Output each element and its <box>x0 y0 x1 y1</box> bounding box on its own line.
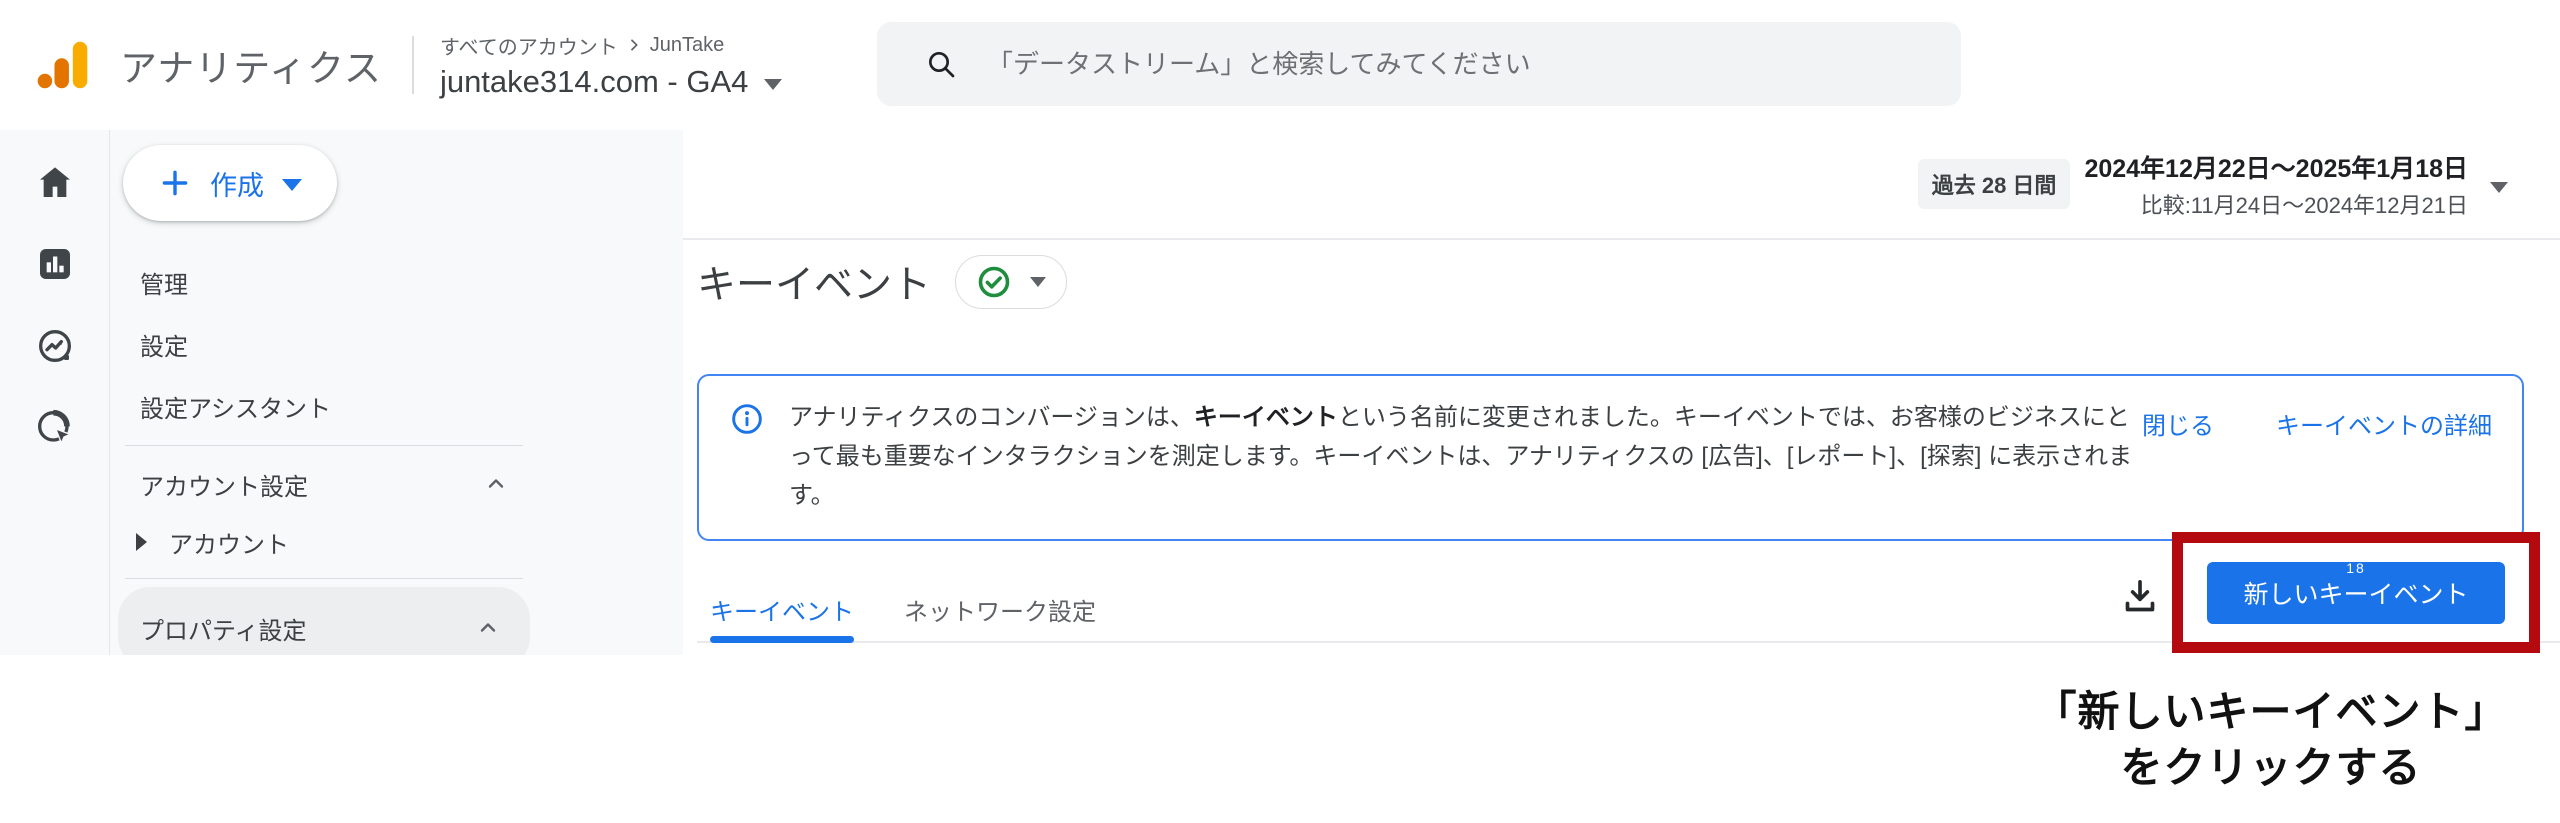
tab-label: キーイベント <box>710 598 854 626</box>
banner-text-part: アナリティクスのコンバージョンは、 <box>789 404 1194 431</box>
date-range-chip: 過去 28 日間 <box>1917 159 2071 209</box>
button-text: 新しいキ <box>2243 580 2344 609</box>
sidebar-item-setup-assistant[interactable]: 設定アシスタント <box>110 375 538 437</box>
sidebar-item-label: アカウント <box>169 531 289 559</box>
account-switcher[interactable]: すべてのアカウント JunTake juntake314.com - GA4 <box>439 31 783 100</box>
property-name: juntake314.com - GA4 <box>439 63 749 99</box>
sidebar-divider <box>125 445 523 446</box>
date-range-text: 2024年12月22日～2025年1月18日 <box>2084 154 2468 183</box>
breadcrumb: すべてのアカウント JunTake <box>440 31 782 60</box>
app-body: 作成 管理 設定 設定アシスタント アカウント設定 アカウント プロパティ設定 … <box>0 130 2560 655</box>
home-icon <box>39 167 70 197</box>
sidebar-divider <box>125 578 523 579</box>
create-button[interactable]: 作成 <box>123 145 337 221</box>
reports-nav-button[interactable] <box>33 242 77 286</box>
sidebar-item-settings[interactable]: 設定 <box>110 313 538 375</box>
search-bar[interactable] <box>877 22 1961 106</box>
chevron-up-icon <box>488 479 504 488</box>
app-name: アナリティクス <box>120 48 382 89</box>
admin-sidebar: 作成 管理 設定 設定アシスタント アカウント設定 アカウント プロパティ設定 <box>110 130 683 655</box>
new-key-event-button[interactable]: 新しいキー 18 イベント <box>2207 560 2505 624</box>
button-text: ー 18 <box>2343 560 2369 611</box>
main-panel: 過去 28 日間 2024年12月22日～2025年1月18日 比較:11月24… <box>683 130 2560 655</box>
banner-message: アナリティクスのコンバージョンは、キーイベントという名前に変更されました。キーイ… <box>789 398 2134 515</box>
check-circle-icon <box>978 266 1010 298</box>
plus-icon <box>162 170 188 196</box>
app-header: アナリティクス すべてのアカウント JunTake juntake314.com… <box>0 0 2560 130</box>
caption-line-2: をクリックする <box>2120 744 2422 791</box>
search-icon <box>929 52 955 78</box>
button-text: イベント <box>2368 580 2469 609</box>
download-button[interactable] <box>2118 574 2162 618</box>
page-title: キーイベント <box>697 264 932 307</box>
section-label: プロパティ設定 <box>140 617 307 645</box>
key-event-status-dropdown[interactable] <box>955 255 1068 309</box>
section-label: アカウント設定 <box>140 473 308 501</box>
explore-nav-button[interactable] <box>33 324 77 368</box>
ga-logo-icon <box>37 41 88 89</box>
download-icon <box>2125 580 2155 612</box>
sidebar-item-admin[interactable]: 管理 <box>110 251 538 313</box>
breadcrumb-account: JunTake <box>649 33 725 56</box>
sidebar-item-label: 設定 <box>140 333 188 361</box>
advertising-target-icon <box>37 409 72 445</box>
search-input[interactable] <box>985 47 1931 81</box>
date-picker-caret-icon <box>2490 181 2508 193</box>
home-nav-button[interactable] <box>33 160 77 204</box>
property-caret-icon <box>764 79 783 90</box>
sidebar-item-account[interactable]: アカウント <box>110 514 538 570</box>
banner-close-link[interactable]: 閉じる <box>2142 406 2214 515</box>
bar-chart-icon <box>39 249 70 279</box>
sidebar-item-label: 管理 <box>140 271 188 299</box>
header-divider <box>411 36 414 94</box>
breadcrumb-root: すべてのアカウント <box>439 36 618 59</box>
expand-arrow-icon <box>136 533 147 551</box>
tab-key-events[interactable]: キーイベント <box>710 577 854 643</box>
annotation-caption: 「新しいキーイベント」 をクリックする <box>2006 684 2536 796</box>
create-caret-icon <box>282 179 302 191</box>
button-superscript: 18 <box>2346 559 2366 576</box>
left-nav-rail <box>0 130 110 655</box>
sidebar-item-label: 設定アシスタント <box>140 395 332 423</box>
caption-line-1: 「新しいキーイベント」 <box>2034 688 2508 735</box>
date-range-picker[interactable]: 2024年12月22日～2025年1月18日 比較:11月24日～2024年12… <box>2084 149 2468 220</box>
explore-compass-icon <box>38 329 71 363</box>
ga-logo[interactable]: アナリティクス <box>32 34 382 96</box>
tab-network-settings[interactable]: ネットワーク設定 <box>904 577 1096 641</box>
tab-label: ネットワーク設定 <box>904 598 1096 626</box>
sidebar-section-property-settings[interactable]: プロパティ設定 <box>118 587 530 655</box>
info-banner: アナリティクスのコンバージョンは、キーイベントという名前に変更されました。キーイ… <box>697 374 2524 541</box>
button-text: ー <box>2343 580 2369 609</box>
sidebar-section-account-settings[interactable]: アカウント設定 <box>110 454 538 514</box>
create-button-label: 作成 <box>210 170 264 201</box>
status-caret-icon <box>1030 277 1047 287</box>
date-compare-text: 比較:11月24日～2024年12月21日 <box>2140 192 2468 218</box>
chevron-up-icon <box>480 623 496 632</box>
info-icon <box>732 404 762 434</box>
banner-details-link[interactable]: キーイベントの詳細 <box>2276 406 2492 515</box>
chevron-right-icon <box>630 39 638 51</box>
date-toolbar: 過去 28 日間 2024年12月22日～2025年1月18日 比較:11月24… <box>683 130 2560 240</box>
annotation-highlight-box: 新しいキー 18 イベント <box>2172 532 2540 653</box>
banner-text-bold: キーイベント <box>1193 404 1338 431</box>
advertising-nav-button[interactable] <box>33 406 77 450</box>
